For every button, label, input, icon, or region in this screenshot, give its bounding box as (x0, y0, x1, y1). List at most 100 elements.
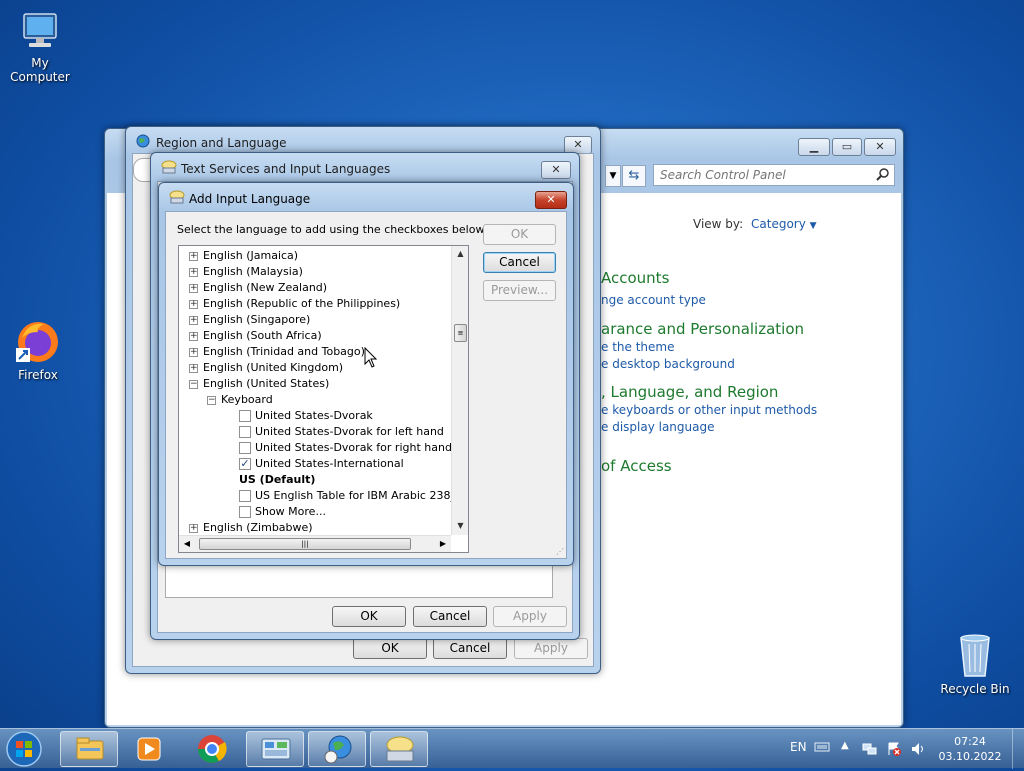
scroll-up-arrow[interactable]: ▲ (452, 246, 468, 262)
search-icon[interactable] (876, 167, 890, 184)
h-scroll-thumb[interactable]: ||| (199, 538, 411, 550)
start-button[interactable] (4, 730, 44, 768)
checkbox[interactable] (239, 490, 251, 502)
minimize-button[interactable]: ▁ (798, 138, 830, 156)
cp-heading-accounts[interactable]: Accounts (601, 269, 669, 287)
close-button[interactable]: ✕ (864, 138, 896, 156)
expand-icon[interactable]: + (189, 332, 198, 341)
expand-icon[interactable]: + (189, 348, 198, 357)
tree-item[interactable]: United States-Dvorak (179, 408, 451, 424)
expand-icon[interactable]: + (189, 364, 198, 373)
scroll-right-arrow[interactable]: ▶ (435, 536, 451, 552)
tree-item[interactable]: + English (New Zealand) (179, 280, 451, 296)
tree-item-label: Show More... (255, 505, 326, 518)
network-icon[interactable] (862, 741, 878, 760)
checkbox[interactable] (239, 442, 251, 454)
expand-icon[interactable]: + (189, 316, 198, 325)
show-desktop-button[interactable] (1012, 729, 1024, 769)
scroll-thumb[interactable]: ≡ (454, 324, 467, 342)
tree-item[interactable]: United States-Dvorak for right hand (179, 440, 452, 456)
mouse-cursor-icon (364, 346, 378, 372)
cp-link-keyboards[interactable]: e keyboards or other input methods (601, 403, 817, 417)
taskbar-media-player[interactable] (120, 731, 178, 767)
desktop-icon-firefox[interactable]: Firefox (0, 318, 78, 382)
tree-item-label: English (Republic of the Philippines) (203, 297, 401, 310)
preview-button[interactable]: Preview... (483, 280, 556, 301)
maximize-button[interactable]: ▭ (832, 138, 862, 156)
tree-item[interactable]: − English (United States) (179, 376, 451, 392)
cp-link-display-language[interactable]: e display language (601, 420, 715, 434)
close-button[interactable]: ✕ (541, 161, 571, 179)
taskbar-explorer[interactable] (60, 731, 118, 767)
vertical-scrollbar[interactable]: ▲ ≡ ▼ (451, 246, 468, 535)
volume-icon[interactable] (910, 741, 926, 760)
tree-item[interactable]: + English (Republic of the Philippines) (179, 296, 451, 312)
tree-item[interactable]: + English (Trinidad and Tobago) (179, 344, 451, 360)
text-services-cancel-button[interactable]: Cancel (413, 606, 487, 627)
action-center-icon[interactable] (886, 741, 902, 760)
taskbar-text-services[interactable] (370, 731, 428, 767)
tree-item[interactable]: + English (Jamaica) (179, 248, 451, 264)
region-cancel-button[interactable]: Cancel (433, 638, 507, 659)
desktop-icon-recycle-bin[interactable]: Recycle Bin (935, 630, 1015, 696)
expand-icon[interactable]: + (189, 268, 198, 277)
desktop-icon-my-computer[interactable]: My Computer (0, 10, 80, 84)
view-by-dropdown[interactable]: Category ▼ (751, 217, 817, 231)
cp-link-theme[interactable]: e the theme (601, 340, 674, 354)
horizontal-scrollbar[interactable]: ◀ ||| ▶ (179, 535, 451, 552)
checkbox[interactable] (239, 410, 251, 422)
search-input[interactable] (658, 167, 868, 183)
keyboard-layout-icon[interactable] (814, 741, 830, 756)
language-indicator[interactable]: EN (790, 740, 807, 754)
taskbar-chrome[interactable] (183, 731, 241, 767)
tree-item[interactable]: + English (United Kingdom) (179, 360, 451, 376)
tree-item[interactable]: + English (Zimbabwe) (179, 520, 451, 536)
tree-item[interactable]: + English (Singapore) (179, 312, 451, 328)
tree-item[interactable]: US English Table for IBM Arabic 238_L (179, 488, 462, 504)
add-cancel-button[interactable]: Cancel (483, 252, 556, 273)
tree-item-label: United States-Dvorak (255, 409, 373, 422)
scroll-left-arrow[interactable]: ◀ (179, 536, 195, 552)
view-by-label: View by: (693, 217, 744, 231)
resize-grip[interactable]: ⋰ (556, 548, 566, 558)
tree-item[interactable]: Show More... (179, 504, 451, 520)
expand-icon[interactable]: + (189, 252, 198, 261)
tree-item[interactable]: − Keyboard (179, 392, 451, 408)
cp-heading-ease-of-access[interactable]: of Access (601, 457, 672, 475)
keyboard-icon (169, 190, 185, 207)
region-ok-button[interactable]: OK (353, 638, 427, 659)
tree-item[interactable]: United States-Dvorak for left hand (179, 424, 451, 440)
cp-link-desktop-background[interactable]: e desktop background (601, 357, 735, 371)
checkbox[interactable]: ✓ (239, 458, 251, 470)
show-hidden-icons-icon[interactable]: ▲ (841, 740, 849, 751)
cp-heading-appearance[interactable]: arance and Personalization (601, 320, 804, 338)
tree-item[interactable]: + English (South Africa) (179, 328, 451, 344)
taskbar-region-language[interactable] (308, 731, 366, 767)
taskbar-control-panel[interactable] (246, 731, 304, 767)
search-box[interactable] (653, 164, 895, 186)
address-dropdown-arrow[interactable]: ▼ (605, 165, 621, 187)
checkbox[interactable] (239, 426, 251, 438)
expand-icon[interactable]: + (189, 284, 198, 293)
expand-icon[interactable]: + (189, 300, 198, 309)
text-services-apply-button[interactable]: Apply (493, 606, 567, 627)
collapse-icon[interactable]: − (207, 396, 216, 405)
refresh-button[interactable]: ⇆ (622, 165, 646, 187)
checkbox[interactable] (239, 506, 251, 518)
tree-item[interactable]: + English (Malaysia) (179, 264, 451, 280)
region-apply-button[interactable]: Apply (514, 638, 588, 659)
close-button[interactable]: ✕ (535, 191, 567, 209)
expand-icon[interactable]: + (189, 524, 198, 533)
tree-item-label: English (Jamaica) (203, 249, 299, 262)
scroll-down-arrow[interactable]: ▼ (452, 518, 468, 534)
cp-link-account-type[interactable]: nge account type (601, 293, 706, 307)
collapse-icon[interactable]: − (189, 380, 198, 389)
cp-heading-clock-language[interactable]: , Language, and Region (601, 383, 778, 401)
clock[interactable]: 07:24 03.10.2022 (935, 734, 1005, 764)
add-ok-button[interactable]: OK (483, 224, 556, 245)
window-title: Add Input Language (189, 192, 311, 206)
tree-item[interactable]: ✓ United States-International (179, 456, 451, 472)
text-services-ok-button[interactable]: OK (332, 606, 406, 627)
tree-item[interactable]: US (Default) (179, 472, 451, 488)
language-tree[interactable]: + English (Jamaica) + English (Malaysia) + En… (178, 245, 469, 553)
